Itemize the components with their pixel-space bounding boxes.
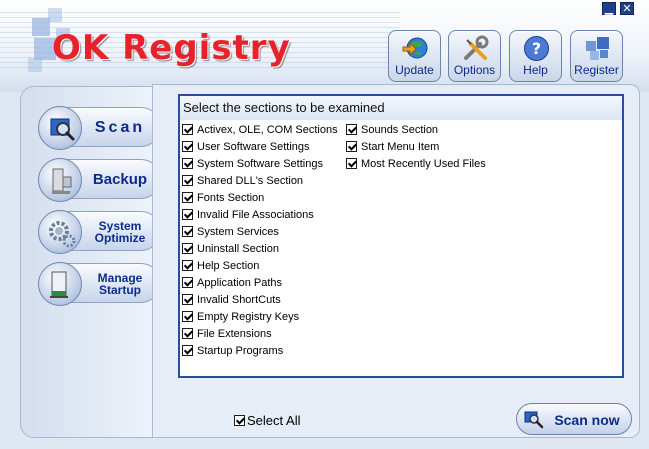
section-checkbox[interactable] [182, 192, 193, 203]
section-label: Most Recently Used Files [361, 157, 486, 170]
section-option[interactable]: Sounds Section [346, 121, 438, 138]
section-label: Start Menu Item [361, 140, 440, 153]
section-option[interactable]: Invalid File Associations [182, 206, 314, 223]
app-window: OK Registry ▁ ✕ Update Options ? Help Re… [0, 0, 649, 449]
section-option[interactable]: Start Menu Item [346, 138, 439, 155]
update-label: Update [395, 63, 434, 77]
svg-text:?: ? [532, 39, 541, 58]
section-option[interactable]: Shared DLL's Section [182, 172, 303, 189]
section-checkbox[interactable] [346, 141, 357, 152]
section-label: Application Paths [197, 276, 282, 289]
section-checkbox[interactable] [182, 141, 193, 152]
options-button[interactable]: Options [448, 30, 501, 82]
section-label: Startup Programs [197, 344, 284, 357]
section-option[interactable]: Empty Registry Keys [182, 308, 299, 325]
section-checkbox[interactable] [182, 311, 193, 322]
section-label: Sounds Section [361, 123, 439, 136]
select-all-checkbox[interactable]: Select All [234, 412, 300, 428]
section-checkbox[interactable] [182, 124, 193, 135]
section-checkbox[interactable] [346, 124, 357, 135]
globe-arrow-icon [402, 37, 428, 59]
section-option[interactable]: User Software Settings [182, 138, 310, 155]
section-checkbox[interactable] [182, 226, 193, 237]
section-checkbox[interactable] [182, 243, 193, 254]
section-checkbox[interactable] [182, 277, 193, 288]
section-checkbox[interactable] [182, 345, 193, 356]
section-checkbox[interactable] [182, 328, 193, 339]
gear-icon [38, 210, 82, 254]
section-option[interactable]: Invalid ShortCuts [182, 291, 281, 308]
select-all-label: Select All [247, 412, 301, 428]
select-all-check-box[interactable] [234, 414, 245, 426]
computer-disk-icon [38, 158, 82, 202]
left-nav-panel: Scan Backup System Optimize Manage Start… [20, 86, 161, 438]
section-option[interactable]: Most Recently Used Files [346, 155, 486, 172]
section-option[interactable]: System Software Settings [182, 155, 323, 172]
register-label: Register [574, 63, 619, 77]
section-option[interactable]: Application Paths [182, 274, 282, 291]
sections-heading: Select the sections to be examined [180, 96, 622, 120]
section-option[interactable]: Uninstall Section [182, 240, 279, 257]
register-blocks-icon [586, 37, 609, 60]
section-option[interactable]: File Extensions [182, 325, 272, 342]
nav-backup-label: Backup [92, 171, 148, 188]
magnifier-icon [524, 411, 544, 429]
wrench-screwdriver-icon [464, 35, 489, 60]
nav-manage-startup[interactable]: Manage Startup [38, 262, 161, 306]
nav-manage-startup-label: Manage Startup [97, 271, 143, 297]
window-startup-icon [38, 262, 82, 306]
section-label: Activex, OLE, COM Sections [197, 123, 338, 136]
options-label: Options [453, 63, 496, 77]
nav-backup[interactable]: Backup [38, 158, 161, 202]
section-option[interactable]: Help Section [182, 257, 259, 274]
section-option[interactable]: Fonts Section [182, 189, 264, 206]
section-label: Shared DLL's Section [197, 174, 304, 187]
section-option[interactable]: Activex, OLE, COM Sections [182, 121, 338, 138]
close-button[interactable]: ✕ [620, 2, 634, 15]
help-label: Help [523, 63, 548, 77]
section-label: Empty Registry Keys [197, 310, 300, 323]
section-checkbox[interactable] [182, 294, 193, 305]
section-label: Invalid File Associations [197, 208, 314, 221]
magnifier-icon [38, 106, 82, 150]
section-checkbox[interactable] [182, 175, 193, 186]
nav-system-optimize-label: System Optimize [94, 219, 146, 245]
register-button[interactable]: Register [570, 30, 623, 82]
sections-list: Select the sections to be examined Activ… [178, 94, 624, 378]
section-label: Uninstall Section [197, 242, 279, 255]
help-button[interactable]: ? Help [509, 30, 562, 82]
section-label: System Services [197, 225, 279, 238]
update-button[interactable]: Update [388, 30, 441, 82]
section-checkbox[interactable] [182, 209, 193, 220]
section-checkbox[interactable] [182, 158, 193, 169]
scan-now-label: Scan now [554, 412, 620, 428]
section-checkbox[interactable] [182, 260, 193, 271]
header: OK Registry ▁ ✕ Update Options ? Help Re… [0, 0, 649, 92]
nav-system-optimize[interactable]: System Optimize [38, 210, 161, 254]
help-question-icon: ? [524, 36, 549, 61]
section-label: System Software Settings [197, 157, 323, 170]
scan-now-button[interactable]: Scan now [516, 403, 632, 435]
section-option[interactable]: System Services [182, 223, 279, 240]
nav-scan-label: Scan [94, 119, 146, 136]
section-label: User Software Settings [197, 140, 310, 153]
section-checkbox[interactable] [346, 158, 357, 169]
section-option[interactable]: Startup Programs [182, 342, 283, 359]
section-label: Help Section [197, 259, 260, 272]
section-label: Fonts Section [197, 191, 265, 204]
nav-scan[interactable]: Scan [38, 106, 161, 150]
minimize-button[interactable]: ▁ [602, 2, 616, 15]
app-title: OK Registry [52, 28, 291, 68]
section-label: Invalid ShortCuts [197, 293, 281, 306]
section-label: File Extensions [197, 327, 272, 340]
